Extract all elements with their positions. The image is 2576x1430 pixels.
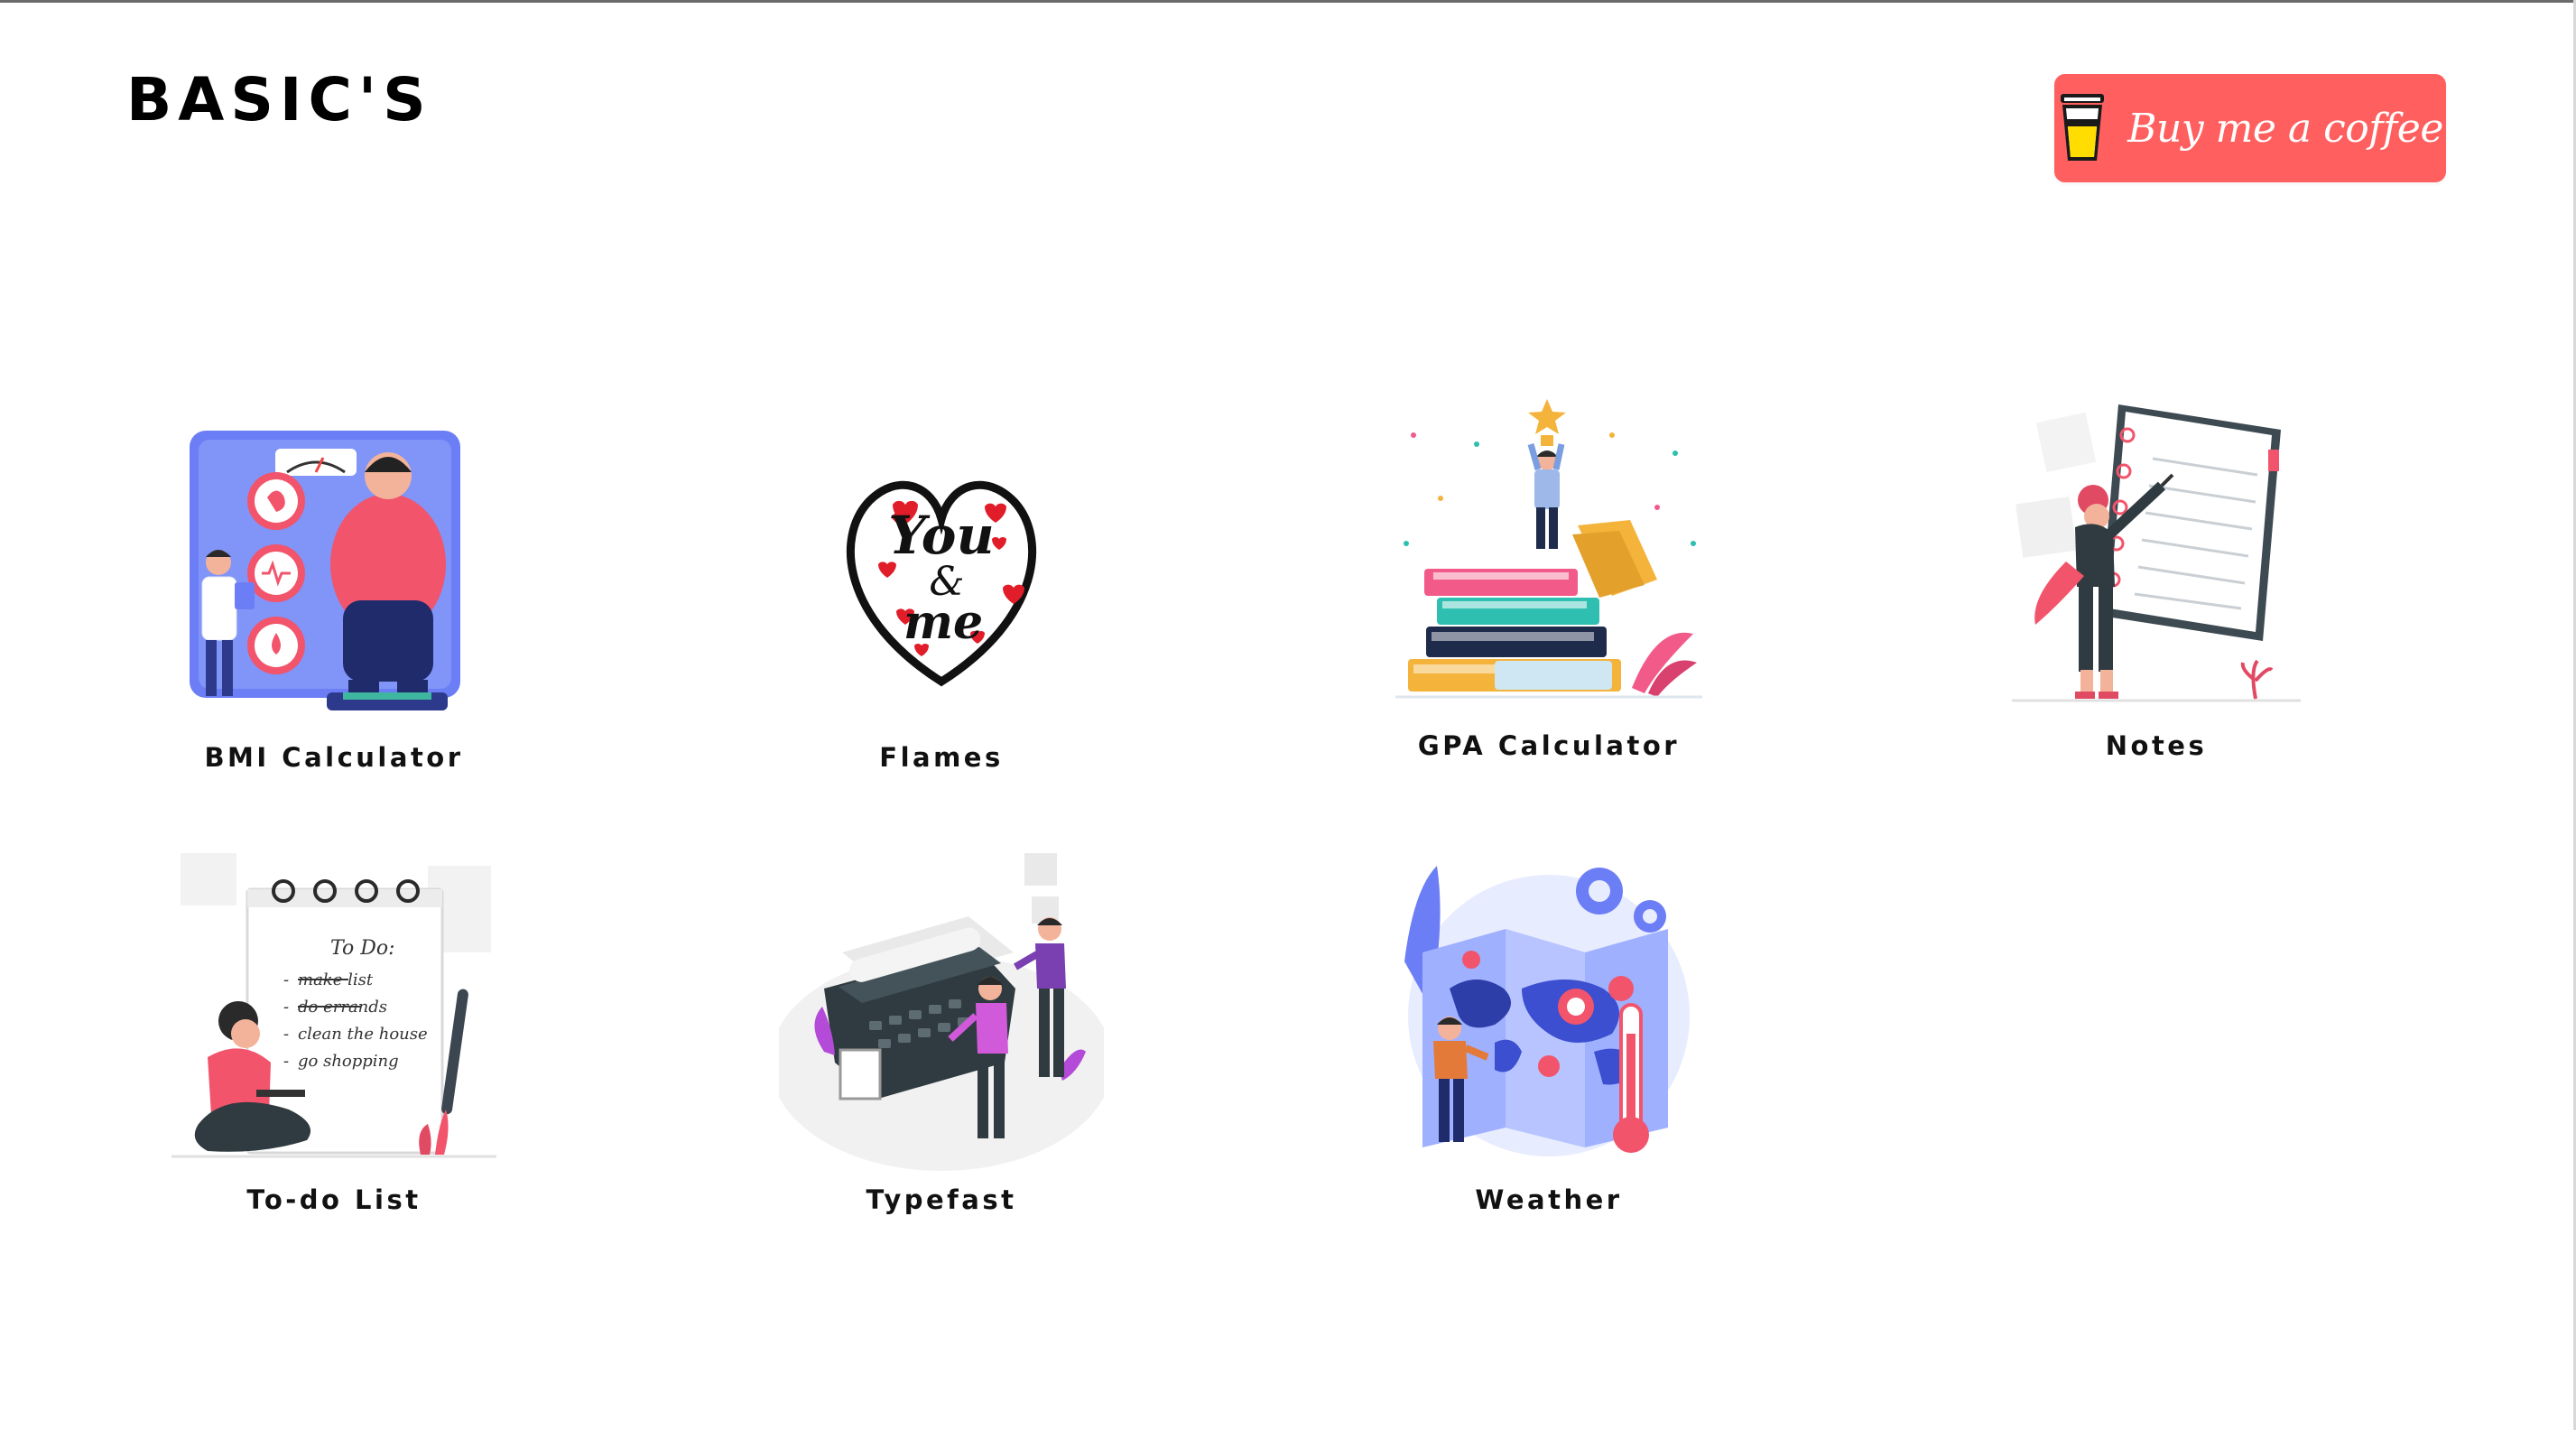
svg-text:-: -: [283, 1025, 289, 1044]
app-card-label: To-do List: [246, 1184, 422, 1215]
todo-heading: To Do:: [330, 937, 395, 960]
app-card-weather[interactable]: Weather: [1332, 853, 1765, 1250]
app-card-flames[interactable]: You & me Flames: [725, 411, 1158, 808]
todo-item: go shopping: [298, 1052, 399, 1071]
coffee-cup-icon: [2057, 92, 2108, 164]
app-card-label: Typefast: [866, 1184, 1017, 1215]
flames-word-me: me: [903, 595, 983, 650]
app-card-label: Notes: [2105, 730, 2208, 761]
app-card-label: BMI Calculator: [204, 742, 464, 773]
svg-text:-: -: [283, 1052, 289, 1071]
flames-word-you: You: [888, 505, 994, 566]
todo-notepad-illustration: To Do: - make list - do errands - clean …: [171, 853, 496, 1178]
app-card-gpa-calculator[interactable]: GPA Calculator: [1332, 399, 1765, 796]
notebook-writing-illustration: [1994, 399, 2319, 724]
buy-me-a-coffee-button[interactable]: Buy me a coffee: [2054, 74, 2446, 182]
buy-me-a-coffee-label: Buy me a coffee: [2127, 105, 2443, 152]
app-card-to-do-list[interactable]: To Do: - make list - do errands - clean …: [117, 853, 551, 1250]
books-trophy-illustration: [1386, 399, 1711, 724]
window-top-border: [0, 0, 2576, 3]
bmi-scale-illustration: [171, 411, 496, 736]
typewriter-illustration: [779, 853, 1104, 1178]
app-card-typefast[interactable]: Typefast: [725, 853, 1158, 1250]
site-title: BASIC'S: [126, 65, 432, 135]
svg-text:-: -: [283, 998, 289, 1017]
app-card-bmi-calculator[interactable]: BMI Calculator: [117, 411, 551, 808]
todo-item: clean the house: [298, 1025, 428, 1044]
app-card-label: Weather: [1475, 1184, 1623, 1215]
app-card-notes[interactable]: Notes: [1940, 399, 2373, 796]
svg-text:-: -: [283, 970, 289, 989]
weather-map-illustration: [1386, 853, 1711, 1178]
app-card-label: Flames: [879, 742, 1004, 773]
heart-you-and-me-illustration: You & me: [779, 411, 1104, 736]
app-card-label: GPA Calculator: [1417, 730, 1681, 761]
